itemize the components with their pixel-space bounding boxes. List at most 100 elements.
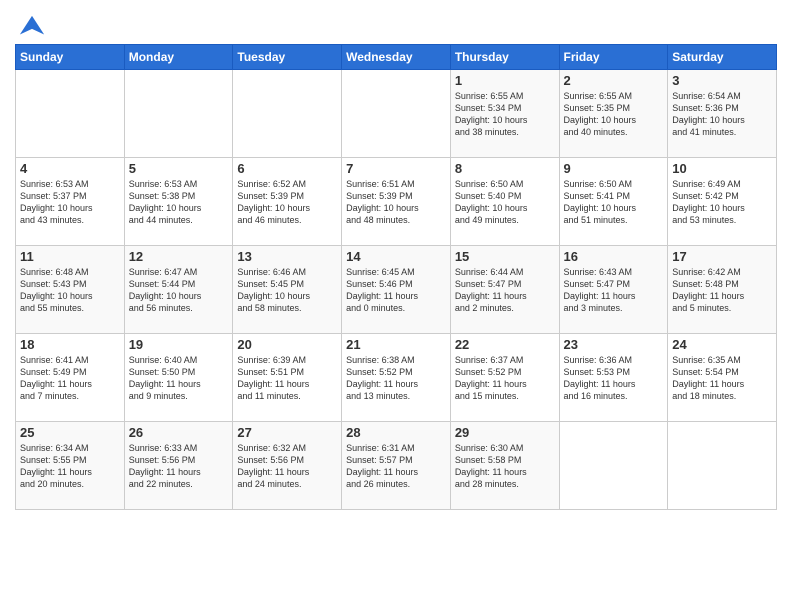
day-number: 15 xyxy=(455,249,555,264)
calendar-cell: 1 Sunrise: 6:55 AM Sunset: 5:34 PM Daylig… xyxy=(450,70,559,158)
calendar-cell xyxy=(233,70,342,158)
calendar-cell: 17 Sunrise: 6:42 AM Sunset: 5:48 PM Dayli… xyxy=(668,246,777,334)
calendar-cell: 29Sunrise: 6:30 AM Sunset: 5:58 PM Dayli… xyxy=(450,422,559,510)
day-number: 10 xyxy=(672,161,772,176)
calendar-cell: 16 Sunrise: 6:43 AM Sunset: 5:47 PM Dayli… xyxy=(559,246,668,334)
day-info: Sunrise: 6:39 AM Sunset: 5:51 PM Dayligh… xyxy=(237,354,337,403)
day-number: 23 xyxy=(564,337,664,352)
day-number: 3 xyxy=(672,73,772,88)
calendar-cell xyxy=(124,70,233,158)
calendar-cell xyxy=(16,70,125,158)
day-number: 28 xyxy=(346,425,446,440)
calendar-cell: 4Sunrise: 6:53 AM Sunset: 5:37 PM Daylig… xyxy=(16,158,125,246)
day-info: Sunrise: 6:55 AM Sunset: 5:35 PM Dayligh… xyxy=(564,90,664,139)
day-header: Friday xyxy=(559,45,668,70)
calendar-cell: 10 Sunrise: 6:49 AM Sunset: 5:42 PM Dayli… xyxy=(668,158,777,246)
calendar-cell: 5 Sunrise: 6:53 AM Sunset: 5:38 PM Daylig… xyxy=(124,158,233,246)
day-info: Sunrise: 6:32 AM Sunset: 5:56 PM Dayligh… xyxy=(237,442,337,491)
day-number: 26 xyxy=(129,425,229,440)
day-number: 2 xyxy=(564,73,664,88)
calendar-cell xyxy=(668,422,777,510)
day-header: Monday xyxy=(124,45,233,70)
day-info: Sunrise: 6:37 AM Sunset: 5:52 PM Dayligh… xyxy=(455,354,555,403)
day-info: Sunrise: 6:54 AM Sunset: 5:36 PM Dayligh… xyxy=(672,90,772,139)
day-info: Sunrise: 6:40 AM Sunset: 5:50 PM Dayligh… xyxy=(129,354,229,403)
calendar-cell: 20Sunrise: 6:39 AM Sunset: 5:51 PM Dayli… xyxy=(233,334,342,422)
calendar-cell: 12Sunrise: 6:47 AM Sunset: 5:44 PM Dayli… xyxy=(124,246,233,334)
calendar-cell: 22 Sunrise: 6:37 AM Sunset: 5:52 PM Dayli… xyxy=(450,334,559,422)
calendar-cell: 15 Sunrise: 6:44 AM Sunset: 5:47 PM Dayli… xyxy=(450,246,559,334)
day-info: Sunrise: 6:49 AM Sunset: 5:42 PM Dayligh… xyxy=(672,178,772,227)
day-info: Sunrise: 6:38 AM Sunset: 5:52 PM Dayligh… xyxy=(346,354,446,403)
day-info: Sunrise: 6:42 AM Sunset: 5:48 PM Dayligh… xyxy=(672,266,772,315)
calendar-cell: 26 Sunrise: 6:33 AM Sunset: 5:56 PM Dayli… xyxy=(124,422,233,510)
calendar-cell: 11Sunrise: 6:48 AM Sunset: 5:43 PM Dayli… xyxy=(16,246,125,334)
day-info: Sunrise: 6:48 AM Sunset: 5:43 PM Dayligh… xyxy=(20,266,120,315)
page-container: SundayMondayTuesdayWednesdayThursdayFrid… xyxy=(0,0,792,515)
day-number: 27 xyxy=(237,425,337,440)
day-info: Sunrise: 6:46 AM Sunset: 5:45 PM Dayligh… xyxy=(237,266,337,315)
calendar-week: 25Sunrise: 6:34 AM Sunset: 5:55 PM Dayli… xyxy=(16,422,777,510)
day-number: 19 xyxy=(129,337,229,352)
day-number: 24 xyxy=(672,337,772,352)
calendar-cell: 13 Sunrise: 6:46 AM Sunset: 5:45 PM Dayli… xyxy=(233,246,342,334)
day-info: Sunrise: 6:53 AM Sunset: 5:38 PM Dayligh… xyxy=(129,178,229,227)
day-number: 21 xyxy=(346,337,446,352)
day-number: 17 xyxy=(672,249,772,264)
calendar-header: SundayMondayTuesdayWednesdayThursdayFrid… xyxy=(16,45,777,70)
calendar-week: 1 Sunrise: 6:55 AM Sunset: 5:34 PM Daylig… xyxy=(16,70,777,158)
calendar-table: SundayMondayTuesdayWednesdayThursdayFrid… xyxy=(15,44,777,510)
day-number: 13 xyxy=(237,249,337,264)
calendar-week: 11Sunrise: 6:48 AM Sunset: 5:43 PM Dayli… xyxy=(16,246,777,334)
day-info: Sunrise: 6:50 AM Sunset: 5:41 PM Dayligh… xyxy=(564,178,664,227)
calendar-cell xyxy=(559,422,668,510)
day-number: 16 xyxy=(564,249,664,264)
day-info: Sunrise: 6:41 AM Sunset: 5:49 PM Dayligh… xyxy=(20,354,120,403)
day-number: 1 xyxy=(455,73,555,88)
calendar-cell: 19 Sunrise: 6:40 AM Sunset: 5:50 PM Dayli… xyxy=(124,334,233,422)
day-header: Wednesday xyxy=(342,45,451,70)
day-info: Sunrise: 6:43 AM Sunset: 5:47 PM Dayligh… xyxy=(564,266,664,315)
day-info: Sunrise: 6:30 AM Sunset: 5:58 PM Dayligh… xyxy=(455,442,555,491)
day-info: Sunrise: 6:45 AM Sunset: 5:46 PM Dayligh… xyxy=(346,266,446,315)
day-number: 6 xyxy=(237,161,337,176)
day-number: 8 xyxy=(455,161,555,176)
day-number: 9 xyxy=(564,161,664,176)
calendar-cell: 25Sunrise: 6:34 AM Sunset: 5:55 PM Dayli… xyxy=(16,422,125,510)
day-info: Sunrise: 6:50 AM Sunset: 5:40 PM Dayligh… xyxy=(455,178,555,227)
day-info: Sunrise: 6:34 AM Sunset: 5:55 PM Dayligh… xyxy=(20,442,120,491)
day-header: Sunday xyxy=(16,45,125,70)
header xyxy=(15,10,777,38)
day-info: Sunrise: 6:55 AM Sunset: 5:34 PM Dayligh… xyxy=(455,90,555,139)
day-header: Thursday xyxy=(450,45,559,70)
calendar-cell: 27 Sunrise: 6:32 AM Sunset: 5:56 PM Dayli… xyxy=(233,422,342,510)
logo xyxy=(15,14,46,38)
day-number: 14 xyxy=(346,249,446,264)
logo-icon xyxy=(18,14,46,42)
calendar-cell: 21 Sunrise: 6:38 AM Sunset: 5:52 PM Dayli… xyxy=(342,334,451,422)
day-info: Sunrise: 6:36 AM Sunset: 5:53 PM Dayligh… xyxy=(564,354,664,403)
calendar-cell: 23 Sunrise: 6:36 AM Sunset: 5:53 PM Dayli… xyxy=(559,334,668,422)
day-info: Sunrise: 6:52 AM Sunset: 5:39 PM Dayligh… xyxy=(237,178,337,227)
calendar-week: 18Sunrise: 6:41 AM Sunset: 5:49 PM Dayli… xyxy=(16,334,777,422)
calendar-cell: 9 Sunrise: 6:50 AM Sunset: 5:41 PM Daylig… xyxy=(559,158,668,246)
calendar-cell xyxy=(342,70,451,158)
calendar-cell: 6 Sunrise: 6:52 AM Sunset: 5:39 PM Daylig… xyxy=(233,158,342,246)
day-info: Sunrise: 6:44 AM Sunset: 5:47 PM Dayligh… xyxy=(455,266,555,315)
calendar-week: 4Sunrise: 6:53 AM Sunset: 5:37 PM Daylig… xyxy=(16,158,777,246)
day-header: Tuesday xyxy=(233,45,342,70)
day-info: Sunrise: 6:47 AM Sunset: 5:44 PM Dayligh… xyxy=(129,266,229,315)
day-info: Sunrise: 6:31 AM Sunset: 5:57 PM Dayligh… xyxy=(346,442,446,491)
day-header: Saturday xyxy=(668,45,777,70)
day-number: 5 xyxy=(129,161,229,176)
day-info: Sunrise: 6:33 AM Sunset: 5:56 PM Dayligh… xyxy=(129,442,229,491)
day-number: 22 xyxy=(455,337,555,352)
calendar-cell: 8 Sunrise: 6:50 AM Sunset: 5:40 PM Daylig… xyxy=(450,158,559,246)
day-number: 4 xyxy=(20,161,120,176)
calendar-cell: 2 Sunrise: 6:55 AM Sunset: 5:35 PM Daylig… xyxy=(559,70,668,158)
calendar-cell: 14 Sunrise: 6:45 AM Sunset: 5:46 PM Dayli… xyxy=(342,246,451,334)
day-info: Sunrise: 6:35 AM Sunset: 5:54 PM Dayligh… xyxy=(672,354,772,403)
calendar-cell: 18Sunrise: 6:41 AM Sunset: 5:49 PM Dayli… xyxy=(16,334,125,422)
calendar-cell: 3 Sunrise: 6:54 AM Sunset: 5:36 PM Daylig… xyxy=(668,70,777,158)
calendar-cell: 28 Sunrise: 6:31 AM Sunset: 5:57 PM Dayli… xyxy=(342,422,451,510)
